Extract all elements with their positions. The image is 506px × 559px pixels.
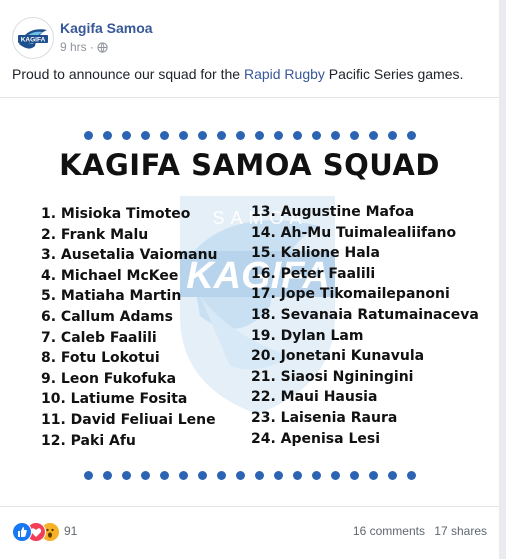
post-caption: Proud to announce our squad for the Rapi… <box>12 66 463 82</box>
post-footer: 91 16 comments 17 shares <box>0 516 499 548</box>
kagifa-logo-icon: KAGIFA <box>14 19 52 57</box>
player-list-right: 13. Augustine Mafoa 14. Ah-Mu Tuimalealii… <box>251 202 479 449</box>
page-scrollbar[interactable] <box>499 0 506 559</box>
divider-dot <box>388 131 397 140</box>
divider-dot <box>274 131 283 140</box>
player-list-item: 18. Sevanaia Ratumainaceva <box>251 306 479 323</box>
player-list-item: 4. Michael McKee <box>41 267 179 284</box>
divider-dot <box>160 471 169 480</box>
post-timestamp[interactable]: 9 hrs <box>60 40 87 54</box>
divider-dot <box>122 131 131 140</box>
squad-graphic[interactable]: KAGIFA SAMOA SQUAD SAMOA KAGIFA 1. Misio… <box>0 97 499 507</box>
caption-text-before: Proud to announce our squad for the <box>12 66 244 82</box>
page-name-link[interactable]: Kagifa Samoa <box>60 20 153 36</box>
player-list-item: 24. Apenisa Lesi <box>251 430 380 447</box>
divider-dot <box>179 471 188 480</box>
reaction-count: 91 <box>64 524 78 538</box>
divider-dot <box>312 471 321 480</box>
divider-dot <box>84 471 93 480</box>
like-icon <box>12 522 32 542</box>
divider-dot <box>160 131 169 140</box>
divider-dot <box>236 471 245 480</box>
globe-icon <box>97 42 108 56</box>
divider-dot <box>179 131 188 140</box>
divider-dot <box>103 471 112 480</box>
player-list-item: 19. Dylan Lam <box>251 327 364 344</box>
player-list-item: 5. Matiaha Martin <box>41 288 182 305</box>
divider-dot <box>255 131 264 140</box>
divider-dot <box>198 471 207 480</box>
squad-title: KAGIFA SAMOA SQUAD <box>59 148 440 182</box>
player-list-item: 21. Siaosi Nginingini <box>251 368 414 385</box>
divider-dot <box>350 471 359 480</box>
divider-dot <box>293 471 302 480</box>
divider-dot <box>198 131 207 140</box>
caption-text-after: Pacific Series games. <box>324 66 464 82</box>
player-list-item: 3. Ausetalia Vaiomanu <box>41 247 218 264</box>
comments-count-link[interactable]: 16 comments <box>353 524 425 538</box>
player-list-item: 20. Jonetani Kunavula <box>251 348 425 365</box>
player-list-item: 11. David Feliuai Lene <box>41 411 216 428</box>
divider-dot <box>217 131 226 140</box>
divider-dot <box>369 131 378 140</box>
player-list-item: 23. Laisenia Raura <box>251 409 398 426</box>
player-list-item: 16. Peter Faalili <box>251 265 376 282</box>
player-list-item: 9. Leon Fukofuka <box>41 370 177 387</box>
divider-dot <box>369 471 378 480</box>
divider-dot <box>236 131 245 140</box>
divider-dot <box>350 131 359 140</box>
page-avatar[interactable]: KAGIFA <box>12 17 54 59</box>
post-meta: 9 hrs · <box>60 40 108 56</box>
player-list-item: 13. Augustine Mafoa <box>251 204 415 220</box>
post-stats: 16 comments 17 shares <box>347 524 487 538</box>
player-list-item: 17. Jope Tikomailepanoni <box>251 286 450 303</box>
divider-dot <box>255 471 264 480</box>
divider-dot <box>331 131 340 140</box>
avatar-text: KAGIFA <box>21 37 46 44</box>
player-list-item: 7. Caleb Faalili <box>41 329 157 346</box>
divider-dot <box>217 471 226 480</box>
player-list-item: 22. Maui Hausia <box>251 389 378 406</box>
divider-dot <box>407 131 416 140</box>
player-list-item: 10. Latiume Fosita <box>41 391 188 408</box>
shares-count-link[interactable]: 17 shares <box>434 524 487 538</box>
player-list-item: 14. Ah-Mu Tuimalealiifano <box>251 224 457 241</box>
meta-separator: · <box>89 40 94 54</box>
divider-dot <box>141 131 150 140</box>
divider-dot <box>312 131 321 140</box>
player-list-item: 2. Frank Malu <box>41 226 149 243</box>
player-list-item: 15. Kalione Hala <box>251 245 380 262</box>
facebook-post: KAGIFA Kagifa Samoa 9 hrs · Proud to anno… <box>0 0 500 559</box>
player-list-item: 1. Misioka Timoteo <box>41 206 191 222</box>
caption-link-rapid-rugby[interactable]: Rapid Rugby <box>244 66 325 82</box>
player-list-item: 6. Callum Adams <box>41 308 173 325</box>
divider-dot <box>274 471 283 480</box>
divider-dot <box>84 131 93 140</box>
player-list-item: 8. Fotu Lokotui <box>41 350 160 367</box>
player-list-left: 1. Misioka Timoteo 2. Frank Malu 3. Auseta… <box>41 204 218 451</box>
dot-divider-bottom <box>84 471 416 481</box>
divider-dot <box>331 471 340 480</box>
divider-dot <box>103 131 112 140</box>
divider-dot <box>407 471 416 480</box>
divider-dot <box>122 471 131 480</box>
player-list-item: 12. Paki Afu <box>41 432 136 449</box>
divider-dot <box>293 131 302 140</box>
divider-dot <box>141 471 150 480</box>
dot-divider-top <box>84 131 416 141</box>
divider-dot <box>388 471 397 480</box>
